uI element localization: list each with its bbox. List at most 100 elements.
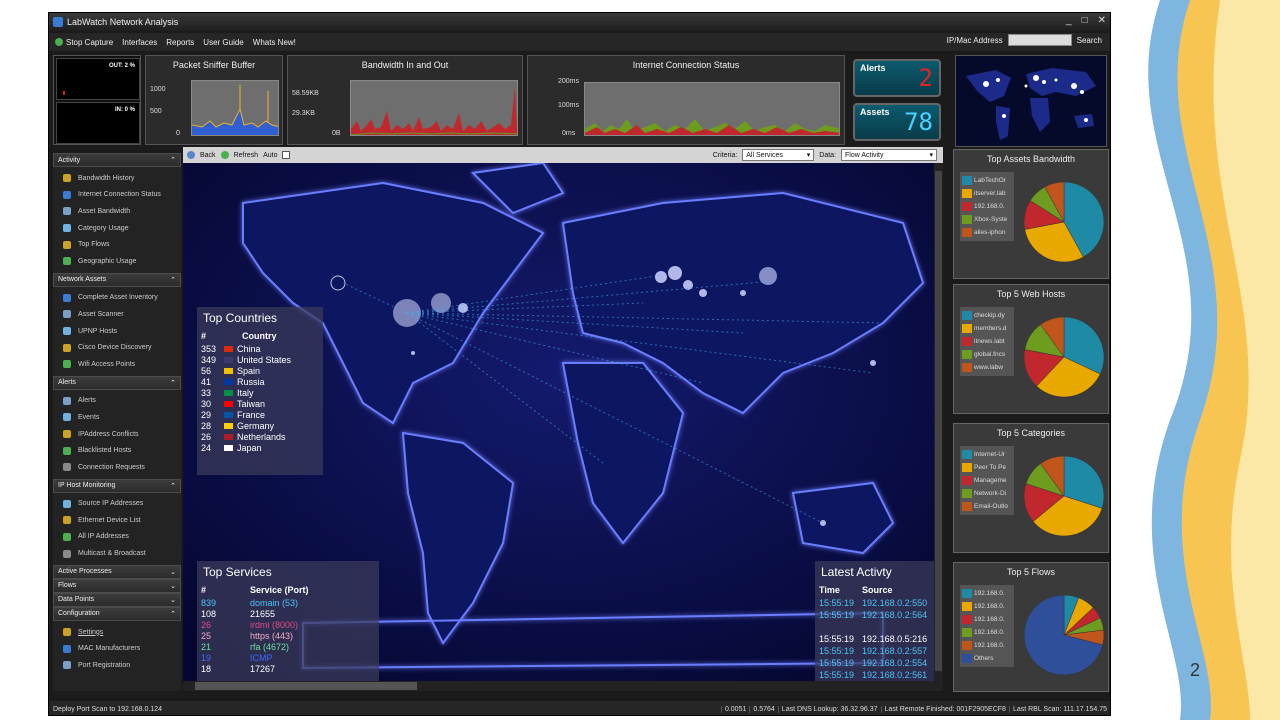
internet-status-title: Internet Connection Status <box>632 60 740 70</box>
sidebar-item-label: Wifi Access Points <box>78 360 136 368</box>
menu-reports[interactable]: Reports <box>166 38 194 47</box>
sidebar-item-icon <box>63 516 71 525</box>
country-name: United States <box>237 354 292 365</box>
sidebar-section-header[interactable]: IP Host Monitoring ⌃ <box>53 478 181 493</box>
legend-swatch <box>962 324 972 333</box>
sidebar-section-header[interactable]: Active Processes ⌄ <box>53 564 181 579</box>
sidebar-item[interactable]: Asset Bandwidth <box>53 203 181 220</box>
sidebar-item[interactable]: Events <box>53 409 181 426</box>
country-flag-icon <box>224 390 234 397</box>
back-button[interactable]: Back <box>200 152 216 159</box>
map-horizontal-scrollbar[interactable] <box>183 681 943 691</box>
sidebar-item[interactable]: Asset Scanner <box>53 306 181 323</box>
pie-legend-item: alies-iphon <box>962 226 1012 239</box>
legend-label: checkip.dy <box>974 312 1005 319</box>
sidebar-item[interactable]: Internet Connection Status <box>53 187 181 204</box>
sidebar-section-header[interactable]: Configuration ⌃ <box>53 606 181 621</box>
sidebar-section-title: Activity <box>58 156 81 164</box>
pie-legend-item: LabTechOr <box>962 174 1012 187</box>
criteria-select[interactable]: All Services ▾ <box>742 149 815 161</box>
legend-label: 192.168.0. <box>974 642 1005 649</box>
sidebar-item[interactable]: Top Flows <box>53 236 181 253</box>
sidebar-item[interactable]: Multicast & Broadcast <box>53 545 181 562</box>
ip-address-input[interactable] <box>1007 34 1072 46</box>
refresh-button[interactable]: Refresh <box>234 152 259 159</box>
sidebar-item[interactable]: Source IP Addresses <box>53 496 181 513</box>
close-button[interactable]: ✕ <box>1098 15 1106 26</box>
legend-label: 192.168.0. <box>974 603 1005 610</box>
sidebar-item[interactable]: All IP Addresses <box>53 529 181 546</box>
assets-counter[interactable]: Assets 78 <box>853 103 941 141</box>
stats-pie-panel[interactable]: Top 5 Flows 192.168.0. 192.168.0. 192.168.0… <box>953 562 1109 692</box>
status-metric-1: 0.0051 <box>720 705 749 713</box>
data-select[interactable]: Flow Activity ▾ <box>841 149 937 161</box>
sidebar-item[interactable]: Category Usage <box>53 220 181 237</box>
top-services-panel: Top Services # Service (Port) 839 domain (… <box>197 561 379 689</box>
window-title: LabWatch Network Analysis <box>67 17 179 27</box>
criteria-value: All Services <box>746 151 783 159</box>
world-flow-map[interactable]: Top Countries # Country 353 China 349 United… <box>183 163 943 691</box>
auto-checkbox[interactable] <box>282 151 291 159</box>
activity-row: 15:55:19 192.168.0.2:554 <box>815 657 931 669</box>
sidebar-section-header[interactable]: Flows ⌄ <box>53 578 181 593</box>
alerts-counter[interactable]: Alerts 2 <box>853 59 941 97</box>
stats-pie-panel[interactable]: Top Assets Bandwidth LabTechOr itserver.la… <box>953 149 1109 279</box>
status-bar: Deploy Port Scan to 192.168.0.124 0.0051… <box>49 701 1110 715</box>
sidebar-item-label: Geographic Usage <box>78 257 137 265</box>
sidebar-item-icon <box>63 343 71 352</box>
sidebar-item[interactable]: Blacklisted Hosts <box>53 442 181 459</box>
criteria-label: Criteria: <box>712 151 738 159</box>
packet-sniffer-title: Packet Sniffer Buffer <box>172 60 256 70</box>
pie-chart <box>1023 594 1105 676</box>
sidebar-item[interactable]: Settings <box>53 624 181 641</box>
map-vertical-scrollbar[interactable] <box>934 163 943 681</box>
service-name: irdmi (8000) <box>250 619 299 630</box>
menu-interfaces[interactable]: Interfaces <box>122 38 157 47</box>
sidebar-section-header[interactable]: Alerts ⌃ <box>53 375 181 390</box>
service-count: 26 <box>201 619 212 630</box>
sidebar-item-label: Asset Bandwidth <box>78 207 131 215</box>
collapse-icon: ⌃ <box>170 379 176 387</box>
stop-capture-button[interactable]: Stop Capture <box>55 38 113 47</box>
sidebar-item[interactable]: Wifi Access Points <box>53 356 181 373</box>
sidebar-item-icon <box>63 207 71 216</box>
sidebar-item[interactable]: Port Registration <box>53 657 181 674</box>
sidebar-item-label: Cisco Device Discovery <box>78 344 152 352</box>
country-name: Russia <box>237 376 265 387</box>
stats-pie-panel[interactable]: Top 5 Web Hosts checkip.dy members.d itnews… <box>953 284 1109 414</box>
sidebar-section-header[interactable]: Data Points ⌄ <box>53 592 181 607</box>
country-name: Netherlands <box>237 431 286 442</box>
activity-time <box>815 621 858 633</box>
activity-row: 15:55:19 192.168.0.5:216 <box>815 633 931 645</box>
sidebar-item[interactable]: Connection Requests <box>53 459 181 476</box>
sidebar-item[interactable]: Cisco Device Discovery <box>53 339 181 356</box>
sidebar-item[interactable]: Ethernet Device List <box>53 512 181 529</box>
minimize-button[interactable]: _ <box>1066 15 1072 26</box>
menu-user-guide[interactable]: User Guide <box>203 38 243 47</box>
activity-time: 15:55:19 <box>819 646 855 656</box>
sidebar-item[interactable]: IPAddress Conflicts <box>53 426 181 443</box>
legend-label: Peer To Pe <box>974 464 1007 471</box>
country-name: Spain <box>237 365 261 376</box>
sidebar-item[interactable]: Geographic Usage <box>53 253 181 270</box>
legend-swatch <box>962 363 972 372</box>
menu-whats-new[interactable]: Whats New! <box>253 38 296 47</box>
sidebar-item[interactable]: MAC Manufacturers <box>53 640 181 657</box>
activity-row <box>815 621 931 633</box>
sidebar-section-header[interactable]: Network Assets ⌃ <box>53 272 181 287</box>
search-button[interactable]: Search <box>1077 36 1102 45</box>
bandwidth-tick-mid: 29.3KB <box>292 110 315 117</box>
sidebar-item[interactable]: Bandwidth History <box>53 170 181 187</box>
sidebar-section-header[interactable]: Activity ⌃ <box>53 153 181 167</box>
maximize-button[interactable]: □ <box>1082 15 1088 26</box>
count-header: # <box>201 331 207 341</box>
sidebar-item[interactable]: UPNP Hosts <box>53 323 181 340</box>
country-name: Japan <box>237 442 262 453</box>
sidebar-item[interactable]: Alerts <box>53 393 181 410</box>
stats-pie-panel[interactable]: Top 5 Categories Internet-Ur Peer To Pe Man… <box>953 423 1109 553</box>
sidebar-section-title: IP Host Monitoring <box>58 482 116 489</box>
sidebar-item[interactable]: Complete Asset Inventory <box>53 290 181 307</box>
pie-legend: 192.168.0. 192.168.0. 192.168.0. 192.168.0.… <box>960 585 1014 667</box>
legend-swatch <box>962 228 972 237</box>
mini-world-map[interactable] <box>955 55 1107 147</box>
